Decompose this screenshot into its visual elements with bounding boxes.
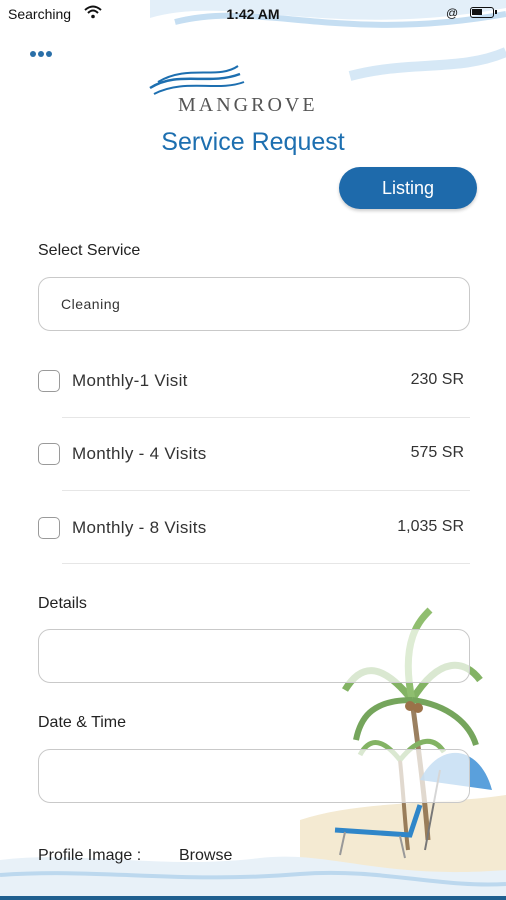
- option-row-monthly-8[interactable]: Monthly - 8 Visits 1,035 SR: [38, 515, 468, 545]
- service-select-value: Cleaning: [61, 296, 121, 312]
- location-icon: @: [446, 6, 459, 20]
- option-label: Monthly - 8 Visits: [72, 518, 207, 537]
- status-time: 1:42 AM: [226, 6, 280, 22]
- divider: [62, 417, 470, 418]
- option-row-monthly-4[interactable]: Monthly - 4 Visits 575 SR: [38, 441, 468, 471]
- divider: [62, 563, 470, 564]
- option-price: 575 SR: [410, 444, 464, 461]
- option-label: Monthly - 4 Visits: [72, 444, 207, 463]
- battery-icon: [470, 7, 497, 18]
- select-service-label: Select Service: [38, 242, 141, 259]
- divider: [62, 490, 470, 491]
- profile-image-label: Profile Image :: [38, 847, 142, 864]
- more-options-icon[interactable]: [30, 44, 60, 58]
- details-input[interactable]: [38, 629, 470, 683]
- browse-button[interactable]: Browse: [179, 847, 232, 865]
- date-time-label: Date & Time: [38, 714, 127, 731]
- status-bar: Searching 1:42 AM @: [0, 0, 506, 28]
- page-title: Service Request: [161, 128, 345, 156]
- option-checkbox[interactable]: [38, 443, 60, 465]
- service-select[interactable]: Cleaning: [38, 277, 470, 331]
- listing-button[interactable]: Listing: [339, 167, 477, 209]
- option-checkbox[interactable]: [38, 517, 60, 539]
- date-time-input[interactable]: [38, 749, 470, 803]
- option-label: Monthly-1 Visit: [72, 371, 188, 390]
- option-price: 230 SR: [410, 371, 464, 388]
- option-row-monthly-1[interactable]: Monthly-1 Visit 230 SR: [38, 368, 468, 398]
- option-checkbox[interactable]: [38, 370, 60, 392]
- option-price: 1,035 SR: [397, 518, 464, 535]
- details-label: Details: [38, 595, 87, 612]
- logo-text: MANGROVE: [178, 94, 318, 116]
